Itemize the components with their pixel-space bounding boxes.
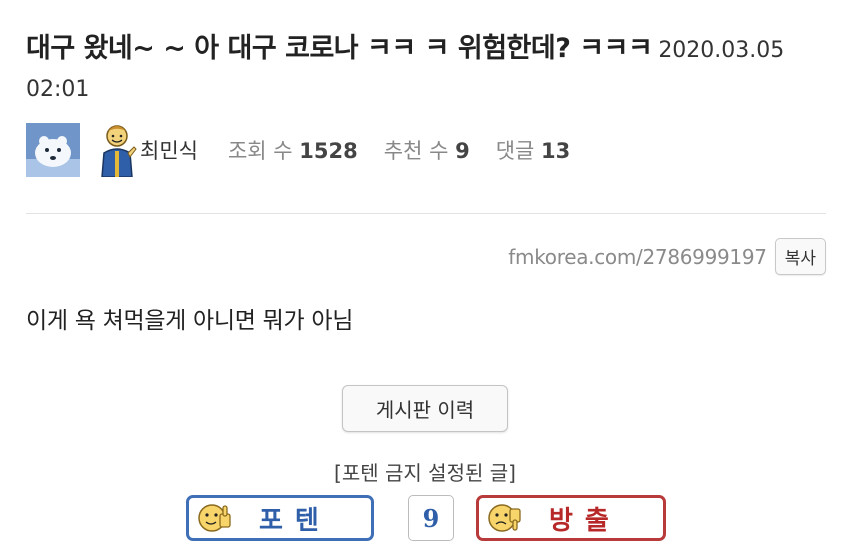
vote-up-label: 포텐 [259,505,331,536]
potten-ban-notice: [포텐 금지 설정된 글] [334,461,516,485]
post-meta: 최민식 조회 수 1528 추천 수 9 댓글 13 [26,122,596,178]
post-title: 대구 왔네~ ~ 아 대구 코로나 ㅋㅋ ㅋ 위험한데? ㅋㅋㅋ [26,33,653,64]
vote-up-button[interactable]: 포텐 [186,495,374,541]
recommend-count-label: 추천 수 [383,139,449,163]
post-title-block: 대구 왔네~ ~ 아 대구 코로나 ㅋㅋ ㅋ 위험한데? ㅋㅋㅋ 2020.03.… [26,30,826,110]
recommend-count-value: 9 [455,139,470,163]
recommend-count: 추천 수 9 [384,135,470,165]
view-count-label: 조회 수 [227,139,293,163]
author-name[interactable]: 최민식 [140,135,198,165]
view-count-value: 1528 [299,139,358,163]
view-count: 조회 수 1528 [228,135,358,165]
comment-count[interactable]: 댓글 13 [496,135,571,165]
post-url[interactable]: fmkorea.com/2786999197 [508,245,767,269]
vote-count: 9 [408,495,454,541]
thumbs-down-emoji-icon [488,504,521,532]
vote-row: 포텐 9 방출 [186,492,666,544]
polar-bear-avatar-icon[interactable] [26,123,80,177]
comment-count-label: 댓글 [495,139,535,163]
comment-count-value: 13 [541,139,571,163]
post-url-row: fmkorea.com/2786999197 복사 [508,238,826,275]
copy-url-button[interactable]: 복사 [774,238,826,275]
board-history-button[interactable]: 게시판 이력 [342,385,508,432]
vote-down-label: 방출 [549,505,621,536]
vault-boy-level-icon [101,125,137,177]
thumbs-up-emoji-icon [198,504,231,532]
vote-down-button[interactable]: 방출 [476,495,666,541]
post-body: 이게 욕 쳐먹을게 아니면 뭐가 아님 [26,308,354,334]
meta-divider [26,213,826,214]
